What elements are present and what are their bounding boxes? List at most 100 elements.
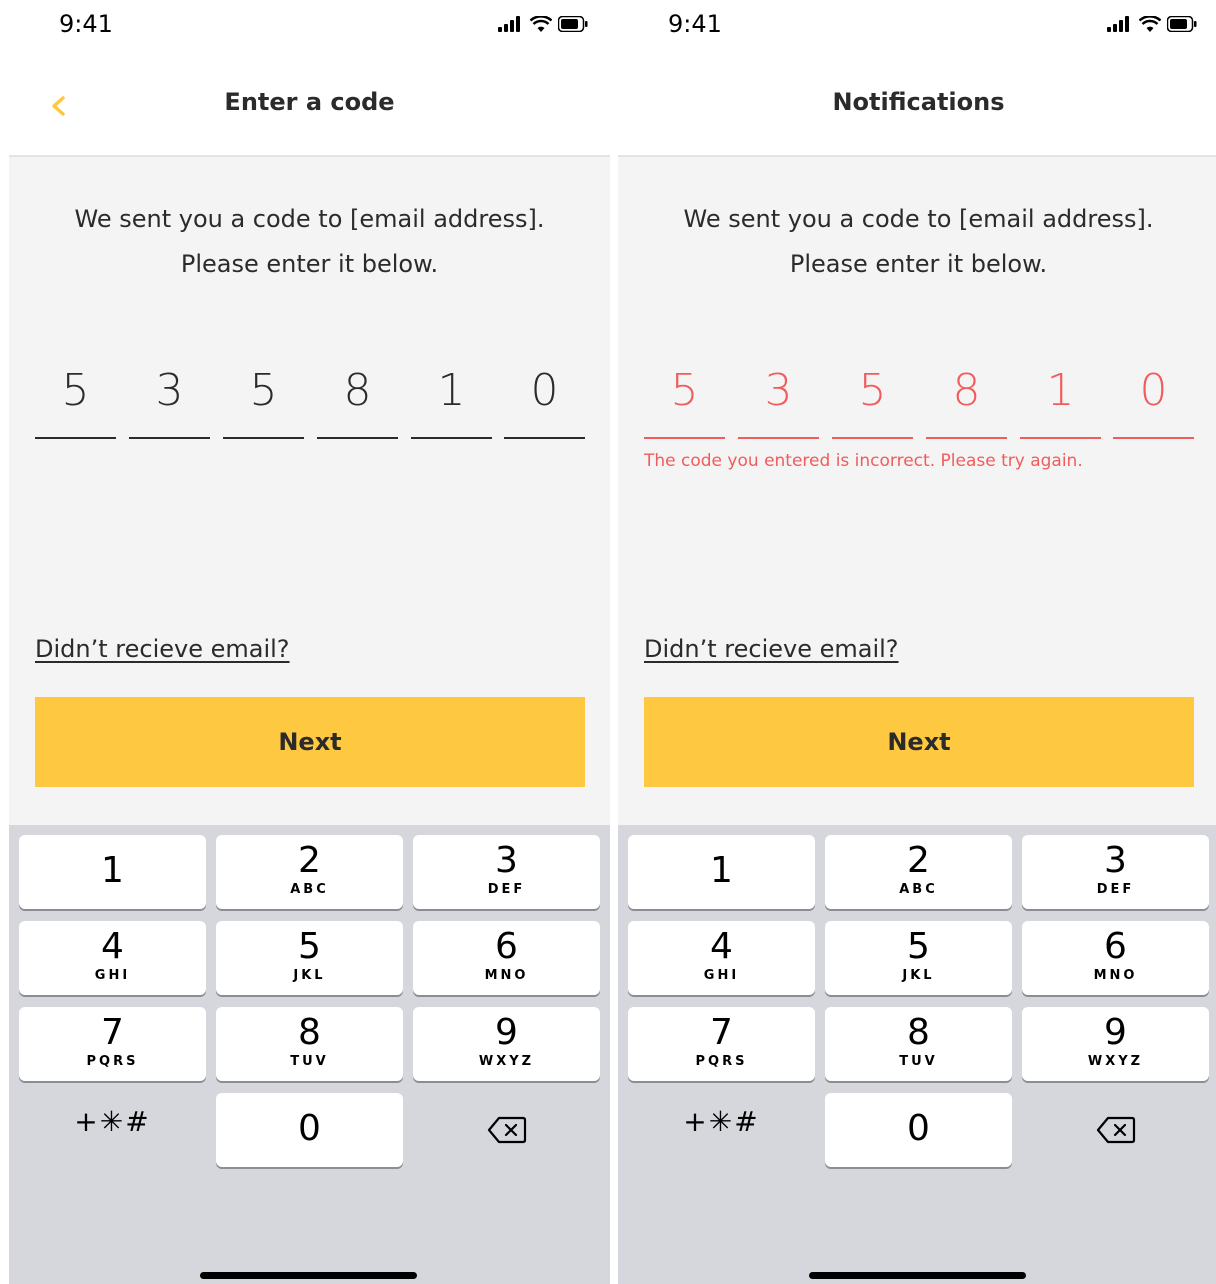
nav-bar: Notifications <box>618 52 1216 157</box>
key-number: 5 <box>907 926 930 967</box>
code-digit-field[interactable]: 8 <box>926 353 1007 439</box>
key-letters: JKL <box>902 968 935 983</box>
key-2[interactable]: 2 ABC <box>825 835 1012 909</box>
key-number: 6 <box>1104 926 1127 967</box>
key-1[interactable]: 1 <box>628 835 815 909</box>
page-title: Notifications <box>832 88 1005 116</box>
key-8[interactable]: 8 TUV <box>825 1007 1012 1081</box>
code-digit-field[interactable]: 5 <box>223 353 304 439</box>
screen-enter-code: 9:41 Enter a code We sent you a code to … <box>9 0 610 1284</box>
key-symbols-label: +✳# <box>74 1105 151 1138</box>
instruction-line-2: Please enter it below. <box>789 250 1048 278</box>
key-symbols[interactable]: +✳# <box>19 1093 206 1167</box>
key-0[interactable]: 0 <box>216 1093 403 1167</box>
status-bar: 9:41 <box>618 0 1216 52</box>
key-number: 4 <box>710 926 733 967</box>
home-indicator <box>200 1272 417 1279</box>
instruction-line-1: We sent you a code to [email address]. <box>74 205 545 233</box>
code-digit-field[interactable]: 5 <box>35 353 116 439</box>
nav-bar: Enter a code <box>9 52 610 157</box>
content-area: We sent you a code to [email address]. P… <box>9 157 610 825</box>
key-number: 0 <box>298 1108 321 1149</box>
code-digit: 5 <box>61 365 90 416</box>
key-2[interactable]: 2 ABC <box>216 835 403 909</box>
numeric-keypad: 1 2 ABC 3 DEF 4 GHI 5 JKL 6 MNO 7 PQRS 8 TUV 9W… <box>9 825 610 1284</box>
code-digit-field[interactable]: 3 <box>129 353 210 439</box>
key-7[interactable]: 7 PQRS <box>628 1007 815 1081</box>
code-digit-field[interactable]: 5 <box>832 353 913 439</box>
code-digit-field[interactable]: 8 <box>317 353 398 439</box>
instruction-text: We sent you a code to [email address]. P… <box>9 197 610 287</box>
code-digit-field[interactable]: 0 <box>1113 353 1194 439</box>
key-9[interactable]: 9 WXYZ <box>413 1007 600 1081</box>
key-backspace[interactable] <box>413 1093 600 1167</box>
resend-email-link[interactable]: Didn’t recieve email? <box>644 635 899 663</box>
key-6[interactable]: 6 MNO <box>413 921 600 995</box>
signal-icon <box>498 16 520 32</box>
key-8[interactable]: 8 TUV <box>216 1007 403 1081</box>
key-4[interactable]: 4 GHI <box>19 921 206 995</box>
code-digit: 5 <box>670 365 699 416</box>
next-button[interactable]: Next <box>644 697 1194 787</box>
code-digit-field[interactable]: 5 <box>644 353 725 439</box>
key-number: 8 <box>298 1012 321 1053</box>
key-number: 8 <box>907 1012 930 1053</box>
key-0[interactable]: 0 <box>825 1093 1012 1167</box>
key-letters: DEF <box>487 882 526 897</box>
content-area: We sent you a code to [email address]. P… <box>618 157 1216 825</box>
page-title: Enter a code <box>224 88 395 116</box>
key-number: 4 <box>101 926 124 967</box>
key-number: 3 <box>1104 840 1127 881</box>
wifi-icon <box>530 16 552 32</box>
battery-icon <box>1167 16 1197 32</box>
key-letters: TUV <box>290 1054 329 1069</box>
key-number: 7 <box>710 1012 733 1053</box>
key-5[interactable]: 5 JKL <box>216 921 403 995</box>
key-9[interactable]: 9 WXYZ <box>1022 1007 1209 1081</box>
key-letters: TUV <box>899 1054 938 1069</box>
key-number: 2 <box>298 840 321 881</box>
status-time: 9:41 <box>59 10 113 38</box>
code-digit: 0 <box>1139 365 1168 416</box>
resend-email-link[interactable]: Didn’t recieve email? <box>35 635 290 663</box>
code-digit: 1 <box>437 365 466 416</box>
code-digit-field[interactable]: 3 <box>738 353 819 439</box>
error-message: The code you entered is incorrect. Pleas… <box>644 451 1083 471</box>
key-letters: ABC <box>290 882 329 897</box>
home-indicator <box>809 1272 1026 1279</box>
status-icons <box>498 16 588 32</box>
status-bar: 9:41 <box>9 0 610 52</box>
key-3[interactable]: 3 DEF <box>1022 835 1209 909</box>
code-digit: 1 <box>1046 365 1075 416</box>
code-digit-field[interactable]: 1 <box>1020 353 1101 439</box>
key-letters: PQRS <box>86 1054 139 1069</box>
key-3[interactable]: 3 DEF <box>413 835 600 909</box>
key-number: 2 <box>907 840 930 881</box>
key-backspace[interactable] <box>1022 1093 1209 1167</box>
key-number: 1 <box>101 850 124 891</box>
key-symbols-label: +✳# <box>683 1105 760 1138</box>
backspace-icon <box>487 1116 526 1144</box>
code-digit: 8 <box>952 365 981 416</box>
key-letters: MNO <box>1093 968 1138 983</box>
key-7[interactable]: 7 PQRS <box>19 1007 206 1081</box>
code-digit: 5 <box>858 365 887 416</box>
code-digit-field[interactable]: 1 <box>411 353 492 439</box>
key-number: 7 <box>101 1012 124 1053</box>
key-symbols[interactable]: +✳# <box>628 1093 815 1167</box>
key-5[interactable]: 5 JKL <box>825 921 1012 995</box>
wifi-icon <box>1139 16 1161 32</box>
code-digit-field[interactable]: 0 <box>504 353 585 439</box>
key-4[interactable]: 4 GHI <box>628 921 815 995</box>
code-digit: 0 <box>530 365 559 416</box>
key-1[interactable]: 1 <box>19 835 206 909</box>
screen-notifications-error: 9:41 Notifications We sent you a code to… <box>618 0 1216 1284</box>
status-time: 9:41 <box>668 10 722 38</box>
key-number: 9 <box>1104 1012 1127 1053</box>
code-input[interactable]: 5 3 5 8 1 0 <box>35 353 585 439</box>
key-6[interactable]: 6 MNO <box>1022 921 1209 995</box>
code-input[interactable]: 5 3 5 8 1 0 <box>644 353 1194 439</box>
instruction-text: We sent you a code to [email address]. P… <box>618 197 1216 287</box>
next-button[interactable]: Next <box>35 697 585 787</box>
key-letters: DEF <box>1096 882 1135 897</box>
